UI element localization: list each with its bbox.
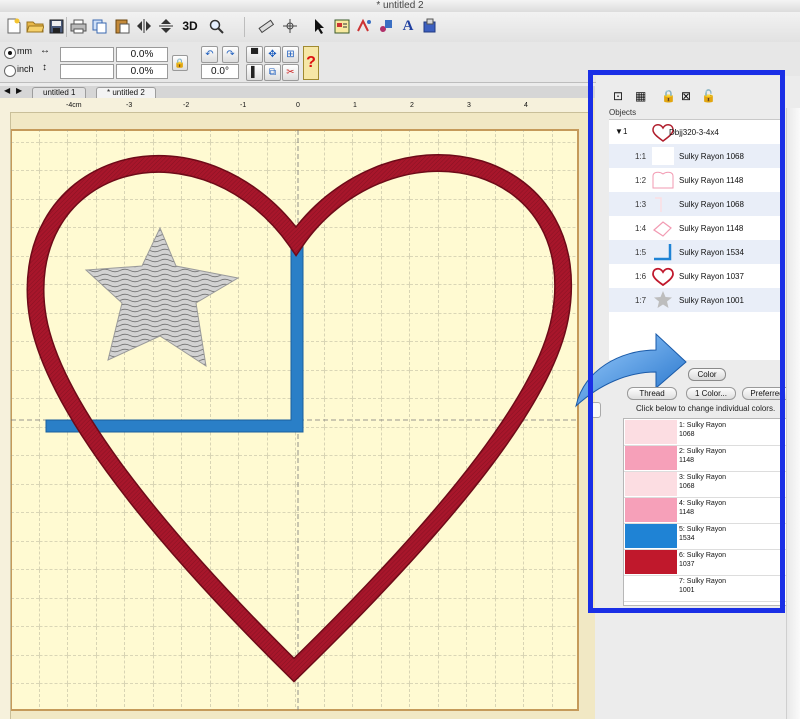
highlight-box <box>588 70 785 613</box>
width-field[interactable] <box>60 47 114 62</box>
design-canvas[interactable] <box>0 98 595 719</box>
height-icon: ↕ <box>42 62 47 73</box>
stitch-icon[interactable] <box>354 16 374 36</box>
ruler-label: 0 <box>296 102 300 109</box>
measure-icon[interactable] <box>256 16 276 36</box>
height-percent-field[interactable]: 0.0% <box>116 64 168 79</box>
tab-scroll-left-icon[interactable]: ◀ <box>4 86 10 95</box>
ruler-label: 3 <box>467 102 471 109</box>
tab-scroll-right-icon[interactable]: ▶ <box>16 86 22 95</box>
print-icon[interactable] <box>68 16 88 36</box>
height-field[interactable] <box>60 64 114 79</box>
rotation-field[interactable]: 0.0° <box>201 64 239 79</box>
inch-label: inch <box>17 64 34 74</box>
ruler-label: -4cm <box>66 102 82 109</box>
rotate-right-icon[interactable]: ↷ <box>222 46 239 63</box>
mm-label: mm <box>17 46 32 56</box>
lock-icon[interactable]: 🔒 <box>172 55 188 71</box>
ruler-label: -3 <box>126 102 133 109</box>
embroidery-design <box>0 112 595 719</box>
text-icon[interactable]: A <box>398 16 418 36</box>
ruler-label: 1 <box>353 102 357 109</box>
panel-scrollbar[interactable] <box>786 108 800 719</box>
3d-label: 3D <box>182 19 198 33</box>
align-left-icon[interactable]: ▌ <box>246 64 263 81</box>
sew-tools-icon[interactable] <box>376 16 396 36</box>
copy-icon[interactable] <box>90 16 110 36</box>
ungroup-icon[interactable]: ✂ <box>282 64 299 81</box>
mm-radio[interactable] <box>4 47 16 59</box>
width-percent-field[interactable]: 0.0% <box>116 47 168 62</box>
ruler-label: 2 <box>410 102 414 109</box>
inch-radio[interactable] <box>4 65 16 77</box>
align-top-icon[interactable]: ▀ <box>246 46 263 63</box>
flip-horizontal-icon[interactable] <box>134 16 154 36</box>
vertical-ruler <box>0 112 11 719</box>
zoom-icon[interactable] <box>206 16 226 36</box>
rotate-left-icon[interactable]: ↶ <box>201 46 218 63</box>
main-toolbar: 3D A <box>0 12 800 43</box>
paste-icon[interactable] <box>112 16 132 36</box>
align-center-icon[interactable]: ✥ <box>264 46 281 63</box>
ruler-label: -2 <box>183 102 190 109</box>
window-title: * untitled 2 <box>376 0 424 11</box>
ruler-label: 4 <box>524 102 528 109</box>
tab-untitled-2[interactable]: * untitled 2 <box>96 87 156 98</box>
width-icon: ↔ <box>40 45 50 56</box>
tab-untitled-1[interactable]: untitled 1 <box>32 87 87 98</box>
layout-icon[interactable] <box>332 16 352 36</box>
group-icon[interactable]: ⧉ <box>264 64 281 81</box>
help-icon[interactable]: ? <box>303 46 319 80</box>
new-icon[interactable] <box>4 16 24 36</box>
tools-icon[interactable] <box>420 16 440 36</box>
3d-icon[interactable]: 3D <box>180 16 200 36</box>
ruler-label: -1 <box>240 102 247 109</box>
pointer-icon[interactable] <box>310 16 330 36</box>
save-icon[interactable] <box>46 16 66 36</box>
horizontal-ruler: -4cm -3 -2 -1 0 1 2 3 4 <box>0 98 590 113</box>
distribute-icon[interactable]: ⊞ <box>282 46 299 63</box>
flip-vertical-icon[interactable] <box>156 16 176 36</box>
origin-icon[interactable] <box>280 16 300 36</box>
open-icon[interactable] <box>25 16 45 36</box>
